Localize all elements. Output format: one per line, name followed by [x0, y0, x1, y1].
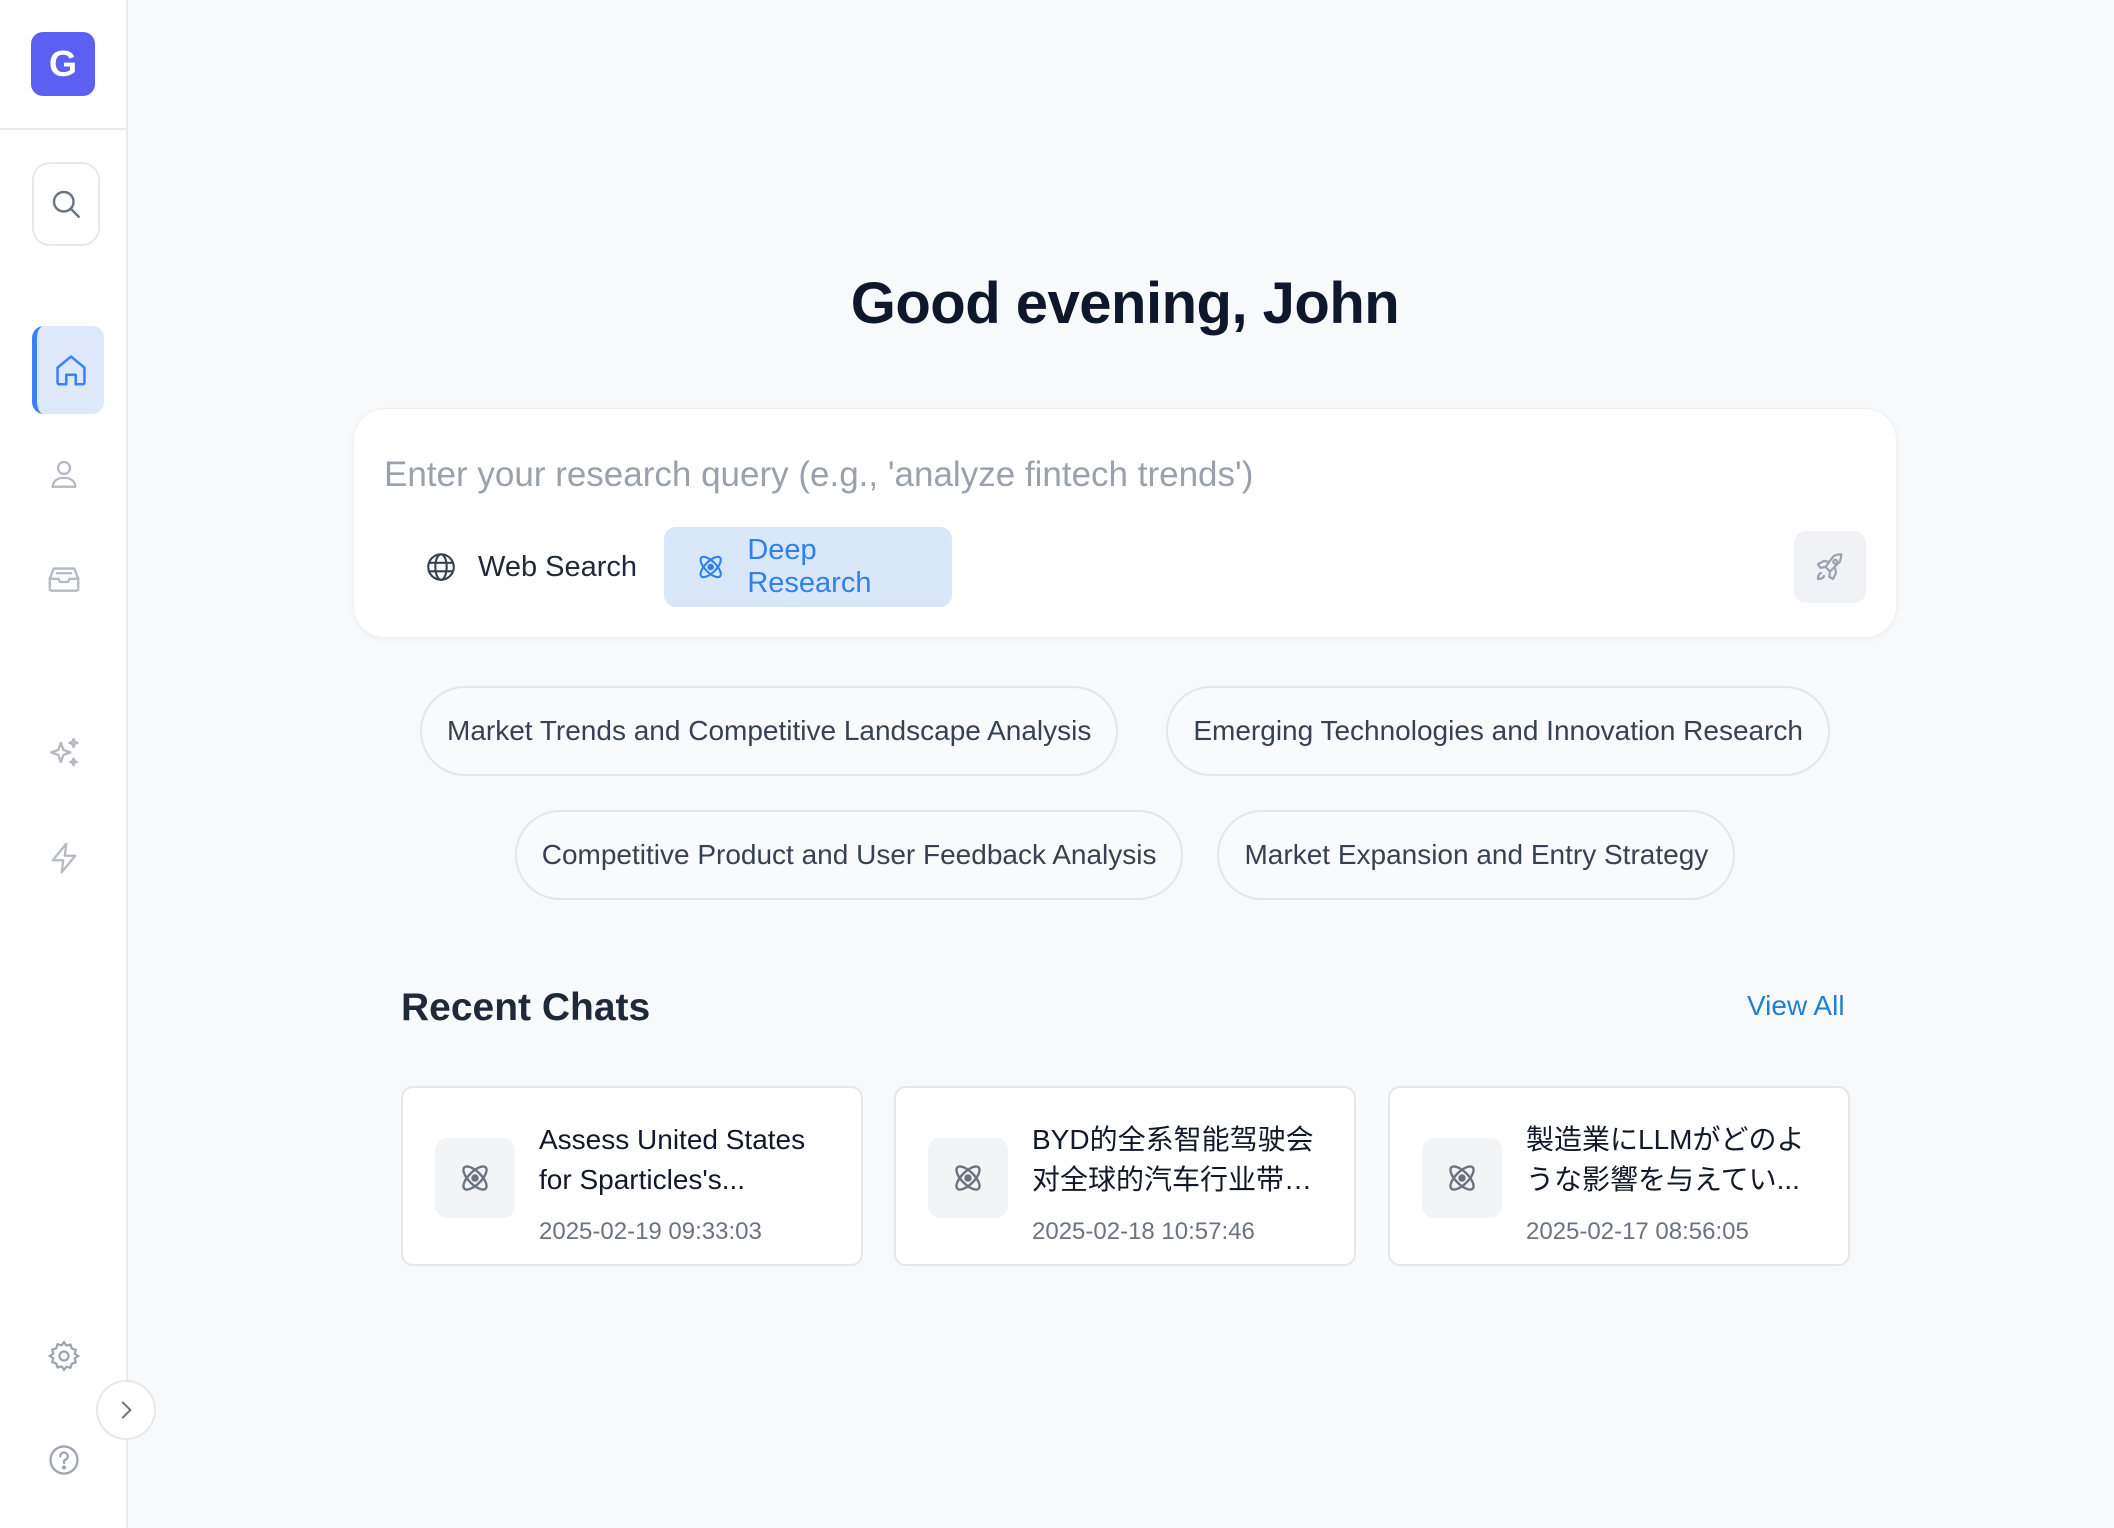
suggestion-chip[interactable]: Competitive Product and User Feedback An… — [514, 810, 1184, 900]
app-logo[interactable]: G — [31, 32, 95, 96]
atom-icon — [462, 1165, 488, 1191]
atom-icon — [955, 1165, 981, 1191]
deep-research-button[interactable]: Deep Research — [664, 527, 952, 607]
lightning-icon — [51, 842, 77, 874]
suggestion-chip[interactable]: Market Expansion and Entry Strategy — [1217, 810, 1736, 900]
chat-icon-tile — [928, 1138, 1008, 1218]
sidebar-search-button[interactable] — [32, 162, 100, 246]
sidebar-header: G — [0, 0, 126, 130]
chat-timestamp: 2025-02-19 09:33:03 — [539, 1218, 762, 1245]
chat-title: 製造業にLLMがどのような影響を与えてい... — [1526, 1124, 1805, 1195]
view-all-link[interactable]: View All — [1747, 990, 1845, 1022]
deep-research-label: Deep Research — [747, 534, 872, 599]
main-content: Good evening, John Web Search Deep Resea… — [130, 0, 2114, 1528]
help-icon — [49, 1445, 79, 1475]
recent-chat-card[interactable]: BYD的全系智能驾驶会对全球的汽车行业带来... 2025-02-18 10:5… — [894, 1086, 1356, 1266]
sidebar-item-lightning[interactable] — [28, 814, 100, 902]
suggestions-row: Competitive Product and User Feedback An… — [130, 810, 2114, 900]
sidebar-item-help[interactable] — [28, 1416, 100, 1504]
recent-chat-card[interactable]: 製造業にLLMがどのような影響を与えてい... 2025-02-17 08:56… — [1388, 1086, 1850, 1266]
greeting-heading: Good evening, John — [850, 271, 1400, 336]
submit-query-button[interactable] — [1794, 531, 1866, 603]
chat-timestamp: 2025-02-17 08:56:05 — [1526, 1218, 1749, 1245]
query-card: Web Search Deep Research — [353, 408, 1897, 638]
chevron-right-icon — [121, 1401, 132, 1419]
sidebar-item-settings[interactable] — [28, 1312, 100, 1400]
atom-icon — [1449, 1165, 1475, 1191]
atom-icon — [699, 555, 722, 579]
chat-title: BYD的全系智能驾驶会对全球的汽车行业带来... — [1032, 1124, 1314, 1195]
inbox-icon — [48, 567, 80, 592]
search-icon — [52, 190, 80, 218]
sidebar-item-inbox[interactable] — [28, 534, 100, 622]
globe-icon — [427, 553, 455, 581]
chat-icon-tile — [1422, 1138, 1502, 1218]
rocket-icon — [1816, 553, 1843, 581]
sidebar-item-home[interactable] — [32, 326, 104, 414]
suggestion-chip[interactable]: Emerging Technologies and Innovation Res… — [1166, 686, 1830, 776]
user-icon — [51, 460, 77, 488]
sparkles-icon — [50, 737, 79, 767]
chat-title: Assess United States for Sparticles's... — [539, 1124, 806, 1195]
suggestion-chip[interactable]: Market Trends and Competitive Landscape … — [420, 686, 1119, 776]
sidebar-item-sparkles[interactable] — [28, 710, 100, 798]
chat-icon-tile — [435, 1138, 515, 1218]
sidebar: G — [0, 0, 128, 1528]
sidebar-toggle-button[interactable] — [96, 1380, 156, 1440]
chat-timestamp: 2025-02-18 10:57:46 — [1032, 1218, 1255, 1245]
gear-icon — [47, 1340, 81, 1372]
home-icon — [55, 355, 86, 386]
suggestions: Market Trends and Competitive Landscape … — [130, 686, 2114, 934]
recent-chat-card[interactable]: Assess United States for Sparticles's...… — [401, 1086, 863, 1266]
web-search-button[interactable]: Web Search — [394, 527, 662, 607]
research-query-input[interactable] — [384, 439, 1854, 511]
sidebar-item-profile[interactable] — [28, 430, 100, 518]
web-search-label: Web Search — [478, 550, 638, 583]
recent-chats-heading: Recent Chats — [401, 986, 651, 1029]
suggestions-row: Market Trends and Competitive Landscape … — [130, 686, 2114, 776]
